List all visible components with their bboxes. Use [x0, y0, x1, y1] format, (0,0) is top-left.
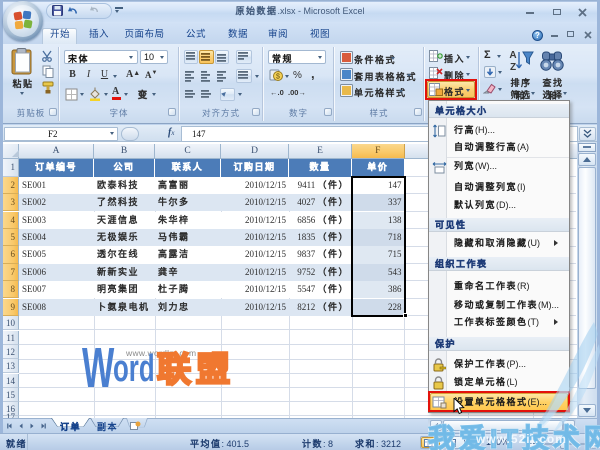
- svg-text:$: $: [276, 74, 280, 81]
- svg-text:A: A: [509, 50, 516, 61]
- svg-text:Z: Z: [510, 62, 516, 73]
